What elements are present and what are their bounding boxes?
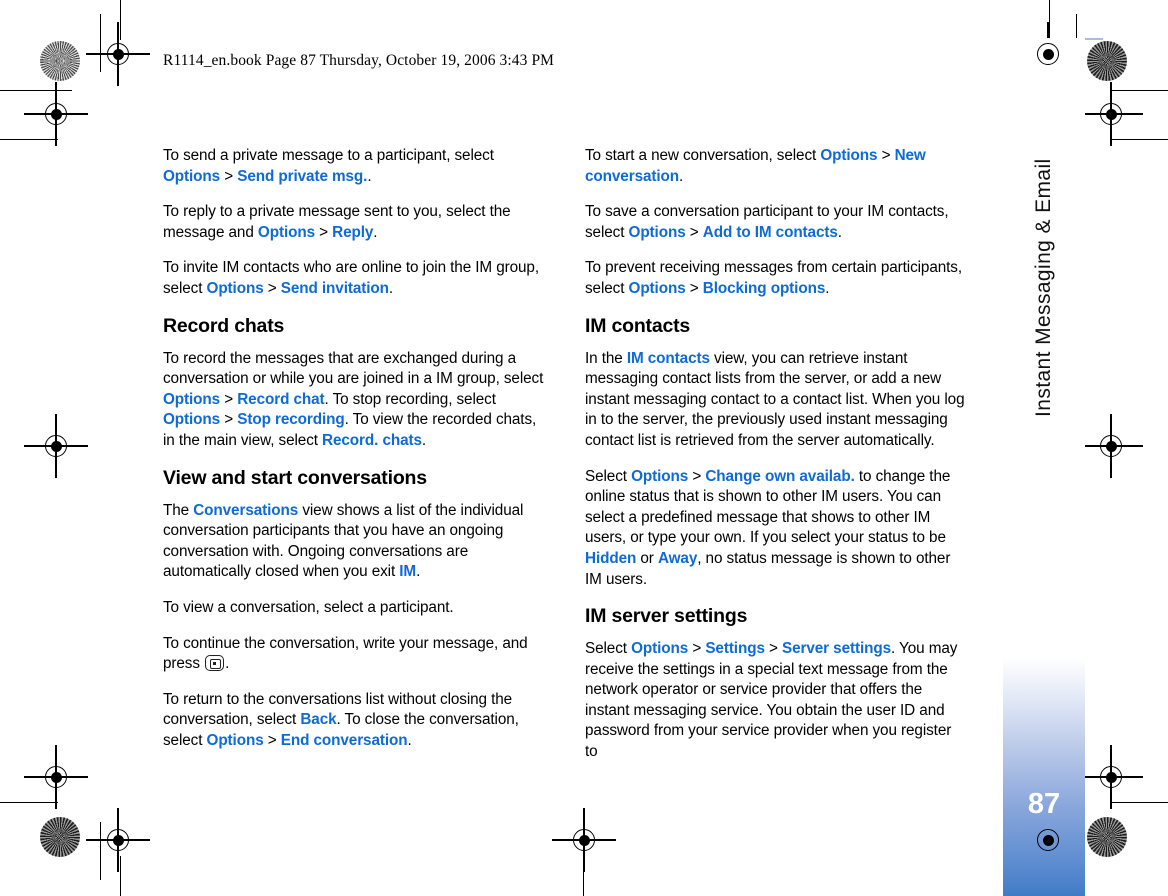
body-paragraph: To continue the conversation, write your…: [163, 634, 544, 675]
section-heading: IM server settings: [585, 605, 748, 628]
ui-term: Blocking options: [702, 279, 826, 297]
body-paragraph: Select Options > Change own availab. to …: [585, 467, 966, 591]
page-content: To send a private message to a participa…: [0, 0, 1168, 896]
text-run: .: [679, 167, 684, 185]
ui-term: Change own availab.: [705, 467, 855, 485]
ui-term: Options: [206, 279, 264, 297]
ui-term: Options: [163, 411, 221, 429]
ui-term: End conversation: [280, 731, 408, 749]
ui-term: IM contacts: [626, 349, 710, 367]
ui-term: Conversations: [193, 501, 299, 519]
text-run: To send a private message to a participa…: [163, 147, 494, 164]
left-text-column: To send a private message to a participa…: [163, 146, 544, 766]
text-run: To view a conversation, select a partici…: [163, 598, 454, 616]
ui-term: IM: [399, 563, 417, 581]
text-run: Select: [585, 640, 632, 658]
ui-term: Back: [300, 711, 337, 729]
page-number: 87: [1027, 788, 1061, 820]
text-run: >: [764, 640, 782, 658]
text-run: >: [877, 147, 895, 164]
ui-term: Send private msg.: [237, 167, 368, 185]
ui-term: Options: [206, 731, 264, 749]
text-run: Select: [585, 467, 632, 485]
text-run: .: [407, 731, 412, 749]
text-run: .: [367, 167, 372, 185]
text-run: or: [636, 549, 658, 567]
text-run: To record the messages that are exchange…: [163, 349, 544, 388]
chapter-title: Instant Messaging & Email: [1032, 158, 1055, 418]
ui-term: Hidden: [585, 549, 637, 567]
text-run: .: [837, 223, 842, 241]
ui-term: Options: [631, 467, 689, 485]
text-run: .: [388, 279, 394, 297]
text-run: >: [315, 223, 333, 241]
ui-term: Options: [163, 390, 221, 408]
text-run: .: [825, 279, 830, 297]
body-paragraph: Select Options > Settings > Server setti…: [585, 639, 966, 763]
body-paragraph: To start a new conversation, select Opti…: [585, 146, 966, 187]
body-paragraph: To view a conversation, select a partici…: [163, 598, 544, 619]
body-paragraph: The Conversations view shows a list of t…: [163, 501, 544, 583]
body-paragraph: To invite IM contacts who are online to …: [163, 258, 544, 299]
body-paragraph: To return to the conversations list with…: [163, 690, 544, 752]
ui-term: Stop recording: [237, 411, 345, 429]
ui-term: Options: [628, 279, 686, 297]
body-paragraph: To record the messages that are exchange…: [163, 349, 544, 452]
body-paragraph: In the IM contacts view, you can retriev…: [585, 349, 966, 452]
body-paragraph: To reply to a private message sent to yo…: [163, 202, 544, 243]
text-run: >: [263, 731, 281, 749]
body-paragraph: To save a conversation participant to yo…: [585, 202, 966, 243]
text-run: >: [263, 279, 281, 297]
text-run: In the: [585, 349, 627, 367]
ui-term: Record. chats: [322, 431, 422, 449]
ui-term: Options: [257, 223, 315, 241]
text-run: >: [685, 223, 703, 241]
text-run: .: [373, 223, 378, 241]
text-run: . You may receive the settings in a spec…: [585, 640, 958, 761]
section-heading: View and start conversations: [163, 466, 427, 489]
ui-term: Settings: [705, 640, 765, 658]
scroll-key-icon: [205, 655, 225, 672]
ui-term: Reply: [332, 223, 374, 241]
ui-term: Add to IM contacts: [702, 223, 838, 241]
text-run: . To stop recording, select: [324, 390, 496, 408]
section-heading: IM contacts: [585, 314, 691, 337]
chapter-sidebar: Instant Messaging & Email 87: [1003, 38, 1085, 896]
ui-term: Options: [628, 223, 686, 241]
ui-term: Record chat: [237, 390, 325, 408]
text-run: >: [688, 467, 706, 485]
ui-term: Options: [820, 147, 878, 164]
ui-term: Send invitation: [280, 279, 389, 297]
ui-term: Options: [631, 640, 689, 658]
text-run: >: [685, 279, 703, 297]
section-heading: Record chats: [163, 314, 285, 337]
text-run: >: [220, 411, 238, 429]
text-run: .: [416, 563, 421, 581]
body-paragraph: To send a private message to a participa…: [163, 146, 544, 187]
ui-term: Away: [657, 549, 698, 567]
right-text-column: To start a new conversation, select Opti…: [585, 146, 966, 778]
text-run: >: [688, 640, 706, 658]
text-run: The: [163, 501, 194, 519]
text-run: .: [421, 431, 427, 449]
body-paragraph: To prevent receiving messages from certa…: [585, 258, 966, 299]
ui-term: Options: [163, 167, 221, 185]
text-run: >: [220, 167, 238, 185]
ui-term: Server settings: [782, 640, 892, 658]
text-run: .: [225, 655, 230, 673]
text-run: >: [220, 390, 238, 408]
text-run: To start a new conversation, select: [585, 147, 821, 164]
